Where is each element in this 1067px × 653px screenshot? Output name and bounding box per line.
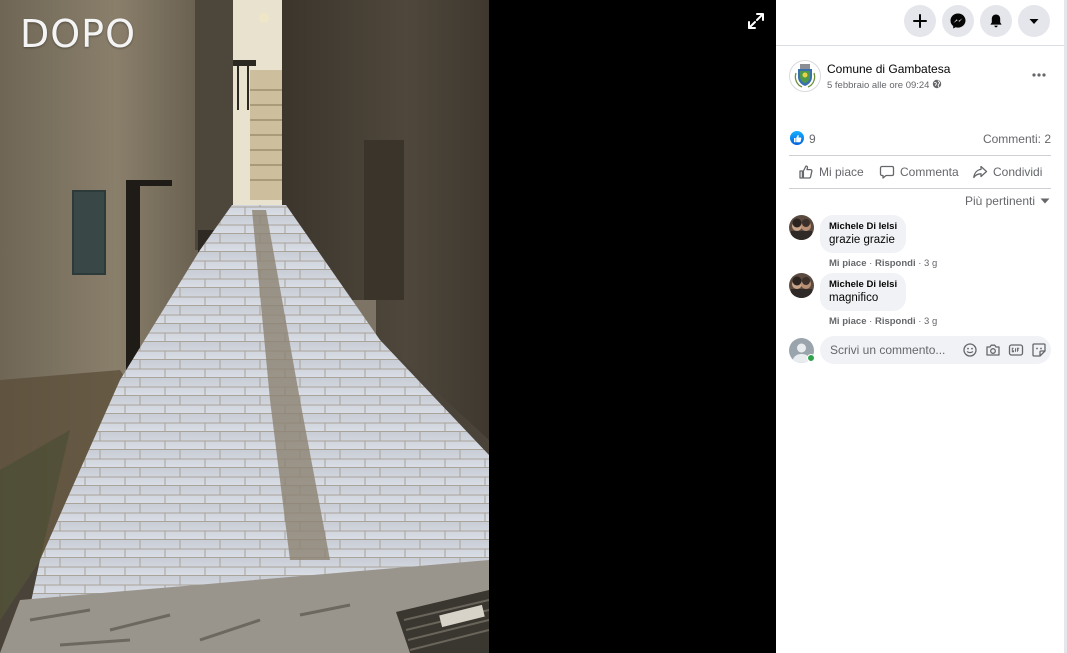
- comment-sort-dropdown[interactable]: Più pertinenti: [965, 194, 1050, 208]
- create-button[interactable]: [904, 5, 936, 37]
- thumbs-up-icon: [799, 165, 813, 179]
- comment-reply-link[interactable]: Rispondi: [875, 258, 916, 269]
- comment-bubble: Michele Di Ielsi grazie grazie: [820, 215, 907, 253]
- page-name[interactable]: Comune di Gambatesa: [827, 62, 950, 76]
- comment-icon: [879, 165, 895, 179]
- coat-of-arms-logo: [794, 64, 816, 88]
- post-date[interactable]: 5 febbraio alle ore 09:24: [827, 80, 929, 91]
- comment-author[interactable]: Michele Di Ielsi: [829, 279, 897, 290]
- comment-author[interactable]: Michele Di Ielsi: [829, 221, 897, 232]
- comment-reply-link[interactable]: Rispondi: [875, 316, 916, 327]
- share-icon: [973, 165, 988, 179]
- bell-icon: [990, 14, 1002, 28]
- share-button-label: Condividi: [993, 165, 1043, 179]
- post-meta: 5 febbraio alle ore 09:24: [827, 79, 942, 92]
- page-avatar[interactable]: [789, 60, 821, 92]
- commenter-avatar[interactable]: [789, 273, 814, 298]
- notifications-button[interactable]: [980, 5, 1012, 37]
- comment-age[interactable]: 3 g: [924, 258, 937, 269]
- account-menu-button[interactable]: [1018, 5, 1050, 37]
- comment-like-link[interactable]: Mi piace: [829, 258, 867, 269]
- comment-actions: Mi piace · Rispondi · 3 g: [829, 316, 938, 327]
- post-actions: Mi piace Commenta Condividi: [789, 155, 1051, 189]
- caret-down-icon: [1040, 198, 1050, 204]
- alley-photo: [0, 0, 489, 653]
- messenger-button[interactable]: [942, 5, 974, 37]
- post-stats: 9 Commenti: 2: [789, 129, 1051, 149]
- expand-button[interactable]: [746, 11, 766, 31]
- comment-text: magnifico: [829, 292, 879, 304]
- comment-button[interactable]: Commenta: [879, 156, 959, 188]
- globe-icon: [932, 79, 942, 92]
- like-button[interactable]: Mi piace: [798, 156, 864, 188]
- sticker-icon[interactable]: [1031, 342, 1047, 358]
- gif-icon[interactable]: [1008, 342, 1024, 358]
- comment-composer: Scrivi un commento...: [789, 336, 1051, 364]
- photo-viewer: DOPO: [0, 0, 776, 653]
- emoji-icon[interactable]: [962, 342, 978, 358]
- more-icon: [1032, 73, 1046, 77]
- post-side-panel: Comune di Gambatesa 5 febbraio alle ore …: [776, 0, 1064, 653]
- comment-bubble: Michele Di Ielsi magnifico: [820, 273, 907, 311]
- like-button-label: Mi piace: [819, 165, 864, 179]
- comment-text: grazie grazie: [829, 234, 895, 246]
- sort-label: Più pertinenti: [964, 194, 1035, 208]
- camera-icon[interactable]: [985, 342, 1001, 358]
- comment-input[interactable]: Scrivi un commento...: [820, 336, 1051, 364]
- share-button[interactable]: Condividi: [972, 156, 1042, 188]
- comment-input-placeholder: Scrivi un commento...: [830, 343, 946, 357]
- expand-icon: [748, 13, 764, 29]
- top-navigation: [776, 0, 1064, 46]
- plus-icon: [913, 14, 927, 28]
- comment-actions: Mi piace · Rispondi · 3 g: [829, 258, 938, 269]
- like-reaction-icon[interactable]: [790, 131, 804, 145]
- post-photo[interactable]: DOPO: [0, 0, 489, 653]
- photo-caption: DOPO: [20, 12, 136, 56]
- post-header: Comune di Gambatesa 5 febbraio alle ore …: [789, 60, 1054, 94]
- post-options-button[interactable]: [1027, 64, 1051, 86]
- comment-button-label: Commenta: [900, 165, 959, 179]
- messenger-icon: [950, 13, 966, 29]
- comment-like-link[interactable]: Mi piace: [829, 316, 867, 327]
- online-status-indicator: [807, 354, 815, 362]
- like-count[interactable]: 9: [809, 132, 816, 146]
- commenter-avatar[interactable]: [789, 215, 814, 240]
- caret-down-icon: [1029, 19, 1039, 24]
- comment-age[interactable]: 3 g: [924, 316, 937, 327]
- comment-count[interactable]: Commenti: 2: [983, 132, 1051, 146]
